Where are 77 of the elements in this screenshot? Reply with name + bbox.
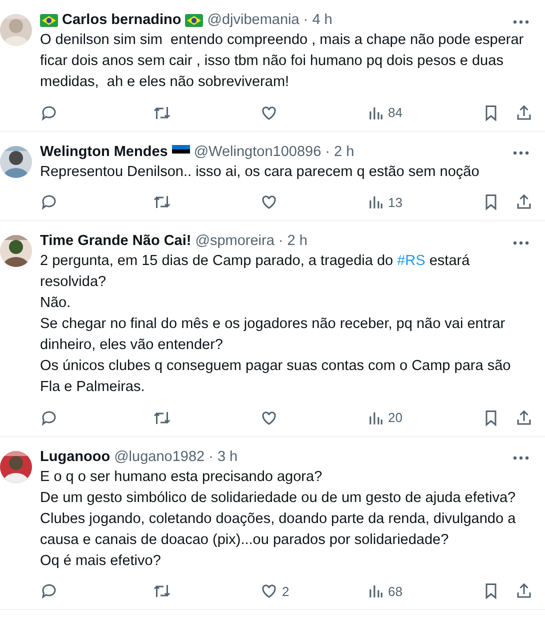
- views-count: 20: [388, 409, 402, 427]
- separator-dot: ·: [303, 11, 308, 30]
- post-text: Não.: [40, 294, 72, 313]
- reply-icon: [40, 104, 58, 122]
- reply-icon: [40, 193, 58, 212]
- post-text: Representou Denilson.. isso ai, os cara parecem q estão sem noção: [40, 162, 480, 182]
- more-icon: [513, 151, 529, 156]
- like-button[interactable]: [260, 193, 278, 212]
- bookmark-button[interactable]: [483, 104, 499, 122]
- post-time[interactable]: 2 h: [334, 142, 354, 162]
- share-icon: [515, 193, 533, 212]
- post-text: Os únicos clubes q conseguem pagar suas contas com o Camp para são Fla e Palmeiras.: [40, 357, 512, 397]
- reply-button[interactable]: [40, 582, 58, 600]
- share-button[interactable]: [515, 582, 533, 600]
- bookmark-icon: [483, 582, 499, 600]
- separator-dot: ·: [278, 232, 284, 251]
- reply-button[interactable]: [40, 408, 58, 427]
- bookmark-icon: [483, 408, 499, 427]
- post-text: De um gesto simbólico de solidariedade ou de um gesto de ajuda efetiva?: [40, 488, 517, 508]
- more-icon: [513, 456, 529, 460]
- views-icon: [368, 194, 384, 210]
- author-handle[interactable]: @djvibemania: [207, 10, 300, 30]
- post-time[interactable]: 2 h: [287, 231, 308, 251]
- post-text: E o q o ser humano esta precisando agora?: [40, 468, 324, 486]
- share-icon: [515, 582, 533, 600]
- like-icon: [260, 193, 278, 212]
- author-handle[interactable]: @spmoreira: [195, 231, 274, 251]
- views-button[interactable]: 68: [368, 582, 402, 601]
- views-icon: [368, 104, 384, 121]
- like-count: 2: [282, 582, 290, 600]
- post-text: Se chegar no final do mês e os jogadores não receber, pq não vai entrar dinheiro, eles vão entender?: [40, 315, 506, 355]
- share-icon: [515, 408, 533, 427]
- more-icon: [513, 20, 529, 24]
- views-button[interactable]: 84: [368, 103, 402, 122]
- more-icon: [513, 240, 529, 245]
- author-name[interactable]: Luganooo: [40, 446, 110, 466]
- post-text: 2 pergunta, em 15 dias de Camp parado, a tragedia do #RS estará resolvida?: [40, 252, 471, 292]
- reply-icon: [40, 582, 58, 600]
- views-icon: [368, 583, 384, 600]
- bookmark-button[interactable]: [483, 582, 499, 600]
- share-icon: [515, 104, 533, 122]
- like-icon: [260, 582, 278, 600]
- author-handle[interactable]: @lugano1982: [114, 446, 205, 466]
- like-icon: [260, 104, 278, 122]
- views-button[interactable]: 13: [368, 192, 402, 212]
- reply-button[interactable]: [40, 104, 58, 122]
- flag-icon: [185, 14, 204, 26]
- post-text: Oq é mais efetivo?: [40, 552, 162, 570]
- like-button[interactable]: [260, 104, 278, 122]
- like-button[interactable]: [260, 408, 278, 427]
- like-icon: [260, 408, 278, 427]
- author-name[interactable]: Carlos bernadino: [62, 10, 182, 30]
- reply-button[interactable]: [40, 193, 58, 212]
- share-button[interactable]: [515, 104, 533, 122]
- separator-dot: ·: [208, 448, 214, 466]
- share-button[interactable]: [515, 193, 533, 212]
- bookmark-button[interactable]: [483, 193, 499, 212]
- author-handle[interactable]: @Welington100896: [194, 142, 322, 162]
- author-name[interactable]: Time Grande Não Cai!: [40, 231, 192, 251]
- post-time[interactable]: 4 h: [312, 10, 332, 30]
- like-button[interactable]: 2: [260, 582, 290, 601]
- views-count: 68: [388, 582, 402, 600]
- reply-icon: [40, 408, 58, 427]
- flag-icon: [40, 14, 58, 26]
- separator-dot: ·: [325, 142, 330, 162]
- bookmark-button[interactable]: [483, 408, 499, 427]
- post-time[interactable]: 3 h: [217, 446, 238, 466]
- views-count: 13: [388, 194, 402, 212]
- views-count: 84: [388, 104, 402, 122]
- views-button[interactable]: 20: [368, 408, 402, 428]
- views-icon: [368, 410, 384, 426]
- post-text: Clubes jogando, coletando doações, doando parte da renda, divulgando a causa e canais de doacao (pix)...ou parados por solidariedade?: [40, 510, 517, 550]
- author-name[interactable]: Welington Mendes: [40, 142, 168, 162]
- share-button[interactable]: [515, 408, 533, 427]
- bookmark-icon: [483, 193, 499, 212]
- post-text: O denilson sim sim entendo compreendo , mais a chape não pode esperar ficar dois anos sem cair , isso tbm não foi humano pq dois pesos e duas medidas, ah e eles não sobreviveram!: [40, 31, 525, 92]
- bookmark-icon: [483, 104, 499, 122]
